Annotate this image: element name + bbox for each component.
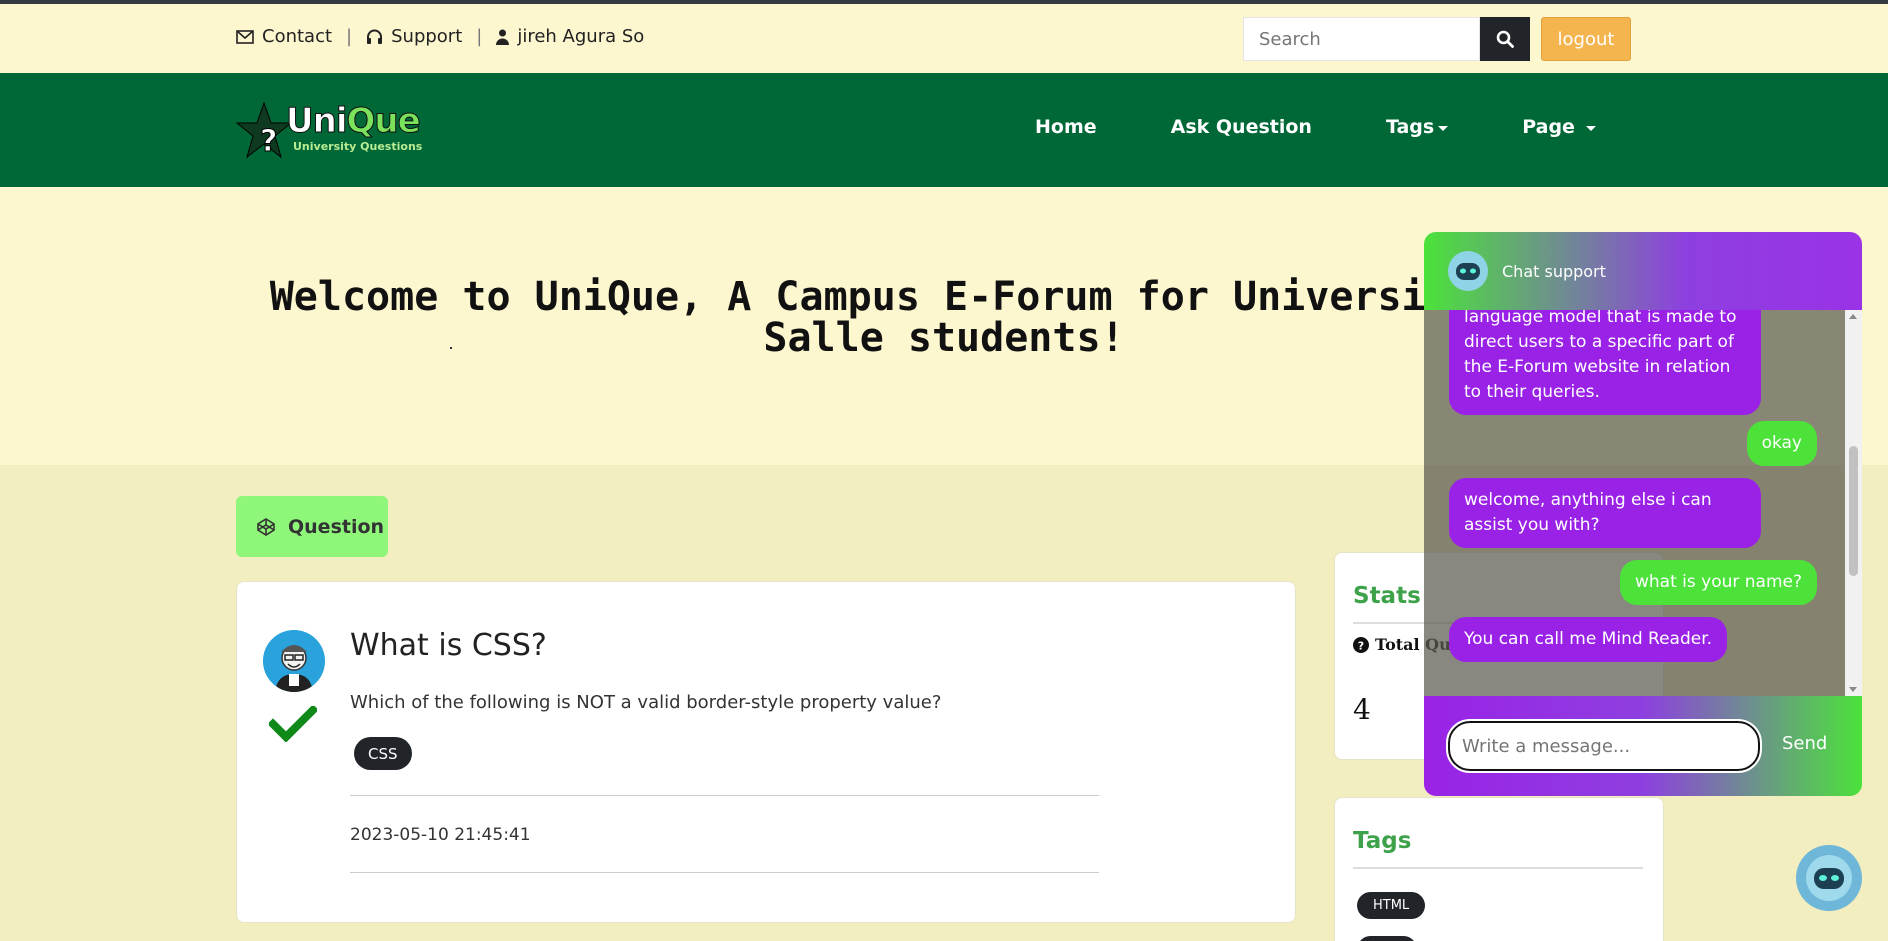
scroll-up-arrow-icon[interactable]	[1849, 314, 1857, 319]
search-button[interactable]	[1480, 17, 1530, 61]
question-tag[interactable]: CSS	[354, 737, 412, 770]
search-icon	[1496, 30, 1514, 48]
question-circle-icon: ?	[1353, 636, 1369, 653]
divider: |	[346, 26, 353, 47]
chat-messages: language model that is made to direct us…	[1424, 310, 1862, 696]
chat-message-bot: welcome, anything else i can assist you …	[1449, 478, 1761, 548]
user-avatar-icon	[263, 630, 325, 692]
top-utility-bar: Contact | Support | jireh Agura So logou…	[0, 4, 1888, 73]
search-input[interactable]	[1243, 17, 1480, 61]
scroll-down-arrow-icon[interactable]	[1849, 687, 1857, 692]
nav-home[interactable]: Home	[1035, 116, 1097, 138]
question-title[interactable]: What is CSS?	[350, 628, 547, 663]
tag-chip[interactable]	[1357, 936, 1417, 941]
divider	[1353, 867, 1643, 869]
stray-dot	[450, 347, 452, 349]
envelope-icon	[236, 29, 254, 44]
utility-links: Contact | Support | jireh Agura So	[236, 26, 644, 47]
user-name: jireh Agura So	[517, 26, 645, 47]
logo-subtitle: University Questions	[293, 140, 423, 153]
question-card: What is CSS? Which of the following is N…	[236, 581, 1296, 923]
tags-title: Tags	[1353, 828, 1412, 854]
support-link[interactable]: Support	[366, 26, 462, 47]
logo-wordmark: UniQue	[285, 101, 421, 142]
nav-ask-question[interactable]: Ask Question	[1171, 116, 1312, 138]
stats-title: Stats	[1353, 583, 1421, 609]
main-navbar: ? UniQue University Questions Home Ask Q…	[0, 73, 1888, 187]
svg-text:?: ?	[1358, 639, 1364, 652]
chat-footer: Send	[1424, 696, 1862, 796]
divider	[350, 795, 1099, 796]
codepen-icon	[257, 517, 275, 536]
scroll-thumb[interactable]	[1849, 446, 1858, 576]
chat-message-bot: You can call me Mind Reader.	[1449, 617, 1728, 662]
avatar[interactable]	[263, 630, 325, 692]
contact-label: Contact	[262, 26, 333, 47]
user-icon	[496, 29, 510, 45]
accepted-check-icon	[269, 706, 317, 742]
question-tab[interactable]: Question	[236, 496, 388, 557]
chat-message-bot: language model that is made to direct us…	[1449, 310, 1761, 415]
support-label: Support	[391, 26, 463, 47]
tag-chip[interactable]: HTML	[1357, 892, 1426, 919]
contact-link[interactable]: Contact	[236, 26, 332, 47]
chat-header: Chat support	[1424, 232, 1862, 310]
chat-message-input[interactable]	[1446, 719, 1762, 773]
chat-scrollbar[interactable]	[1845, 310, 1862, 696]
star-question-logo-icon: ?	[236, 101, 292, 160]
nav-tags-dropdown[interactable]: Tags	[1386, 116, 1449, 138]
divider: |	[476, 26, 483, 47]
headset-icon	[367, 29, 383, 44]
question-description: Which of the following is NOT a valid bo…	[350, 692, 942, 713]
robot-icon	[1806, 855, 1852, 901]
chat-support-widget: Chat support language model that is made…	[1424, 232, 1862, 796]
svg-text:?: ?	[260, 124, 277, 159]
tags-panel: Tags HTML	[1334, 797, 1664, 941]
nav-page-dropdown[interactable]: Page	[1522, 116, 1596, 138]
caret-down-icon	[1585, 126, 1596, 131]
site-logo[interactable]: ? UniQue University Questions	[236, 101, 423, 161]
chat-send-button[interactable]: Send	[1782, 733, 1827, 754]
user-profile-link[interactable]: jireh Agura So	[496, 26, 644, 47]
chat-message-user: okay	[1746, 421, 1817, 466]
chat-message-user: what is your name?	[1619, 560, 1817, 605]
caret-down-icon	[1438, 126, 1449, 131]
total-questions-value: 4	[1353, 693, 1371, 726]
divider	[350, 872, 1099, 873]
robot-icon	[1448, 251, 1488, 291]
question-tab-label: Question	[288, 515, 385, 538]
chat-header-title: Chat support	[1502, 261, 1606, 281]
chat-toggle-button[interactable]	[1796, 845, 1862, 911]
logout-button[interactable]: logout	[1541, 17, 1631, 61]
question-date: 2023-05-10 21:45:41	[350, 825, 531, 845]
nav-menu: Home Ask Question Tags Page	[1035, 116, 1670, 138]
